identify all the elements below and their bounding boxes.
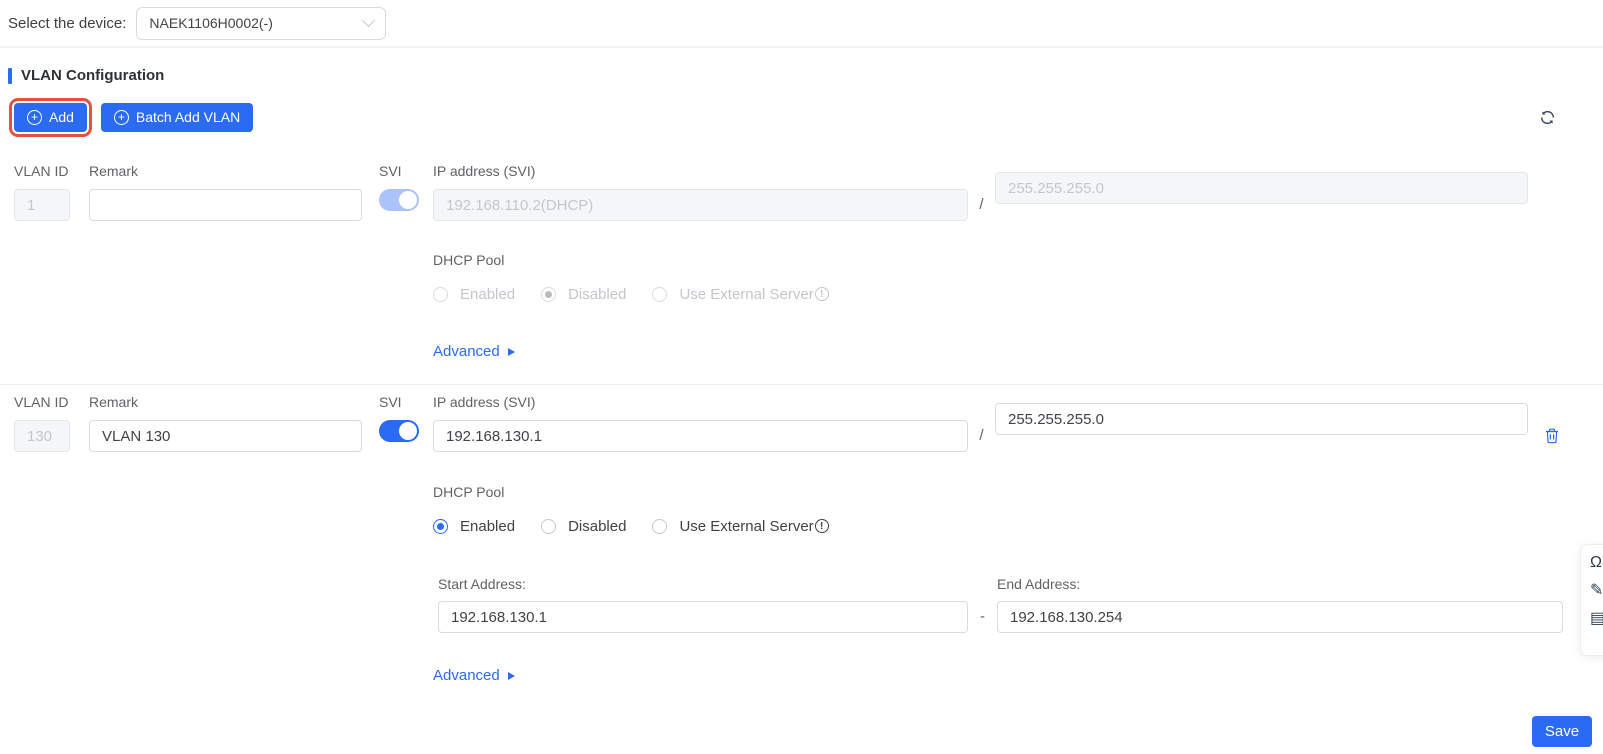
row-divider	[0, 384, 1603, 385]
svi-toggle[interactable]	[379, 420, 419, 442]
radio-external-label: Use External Server	[679, 517, 814, 535]
svi-column: SVI	[379, 163, 433, 211]
remark-label: Remark	[89, 394, 139, 410]
vlan-row: VLAN ID Remark SVI IP address (SVI) /	[0, 394, 1603, 452]
end-address-label: End Address:	[997, 576, 1081, 592]
triangle-right-icon	[507, 347, 515, 356]
dhcp-pool-radio-group: Enabled Disabled Use External Server	[433, 517, 1603, 535]
refresh-button[interactable]	[1539, 109, 1556, 126]
plus-circle-icon	[113, 109, 129, 125]
radio-enabled[interactable]: Enabled	[433, 518, 515, 535]
remark-field[interactable]	[89, 189, 362, 221]
radio-circle-icon	[652, 286, 668, 302]
plus-circle-icon	[27, 109, 42, 125]
radio-circle-icon	[652, 518, 668, 534]
start-address-field[interactable]	[438, 601, 968, 633]
vlan-configuration-page: Select the device: NAEK1106H0002(-) VLAN…	[0, 0, 1603, 754]
chevron-down-icon	[362, 13, 376, 27]
advanced-link-label: Advanced	[433, 343, 500, 360]
ip-svi-label: IP address (SVI)	[433, 394, 536, 410]
vlan-id-field	[14, 420, 70, 452]
device-select-bar: Select the device: NAEK1106H0002(-)	[0, 0, 1603, 48]
advanced-link[interactable]: Advanced	[433, 343, 515, 360]
vlan-id-column: VLAN ID	[14, 163, 70, 221]
advanced-link[interactable]: Advanced	[433, 667, 515, 684]
info-icon	[814, 287, 829, 301]
subnet-mask-field	[995, 172, 1528, 204]
add-button-label: Add	[49, 109, 74, 125]
dash-separator: -	[980, 608, 985, 625]
ip-svi-column: IP address (SVI)	[433, 394, 968, 452]
save-button[interactable]: Save	[1532, 716, 1592, 747]
slash-separator: /	[979, 427, 984, 444]
ip-svi-label: IP address (SVI)	[433, 163, 536, 179]
add-button[interactable]: Add	[9, 97, 92, 137]
radio-disabled: Disabled	[541, 286, 626, 303]
radio-use-external-server: Use External Server	[652, 285, 829, 303]
radio-external-label: Use External Server	[679, 285, 814, 303]
radio-circle-icon	[433, 518, 448, 534]
section-header: VLAN Configuration	[8, 67, 1603, 84]
vlan-id-column: VLAN ID	[14, 394, 70, 452]
dhcp-address-range: Start Address: - End Address:	[438, 576, 1603, 633]
vlan-id-field	[14, 189, 70, 221]
ip-svi-field	[433, 189, 968, 221]
svi-column: SVI	[379, 394, 433, 442]
ip-svi-column: IP address (SVI)	[433, 163, 968, 221]
remark-column: Remark	[89, 394, 362, 452]
refresh-icon	[1540, 110, 1555, 124]
subnet-mask-field[interactable]	[995, 403, 1528, 435]
end-address-field[interactable]	[997, 601, 1563, 633]
vlan-row: VLAN ID Remark SVI IP address (SVI) /	[0, 163, 1603, 221]
dhcp-pool-label: DHCP Pool	[433, 252, 505, 268]
radio-disabled-label: Disabled	[568, 285, 627, 303]
info-icon	[814, 519, 829, 533]
slash-separator: /	[979, 196, 984, 213]
document-icon[interactable]: ▤	[1590, 609, 1603, 628]
svi-label: SVI	[379, 394, 402, 410]
vlan-id-label: VLAN ID	[14, 394, 69, 410]
floating-toolbar[interactable]: Ω ✎ ▤	[1580, 544, 1603, 656]
radio-enabled-label: Enabled	[460, 517, 516, 535]
radio-enabled: Enabled	[433, 286, 515, 303]
batch-add-vlan-button[interactable]: Batch Add VLAN	[100, 102, 254, 132]
device-select-value: NAEK1106H0002(-)	[149, 15, 273, 31]
ip-svi-field[interactable]	[433, 420, 968, 452]
radio-circle-icon	[541, 286, 557, 302]
remark-column: Remark	[89, 163, 362, 221]
subnet-mask-column	[995, 163, 1528, 204]
remark-field[interactable]	[89, 420, 362, 452]
batch-add-button-label: Batch Add VLAN	[135, 109, 241, 125]
remark-label: Remark	[89, 163, 139, 179]
radio-disabled[interactable]: Disabled	[541, 518, 626, 535]
trash-icon	[1546, 428, 1558, 444]
subnet-mask-column	[995, 394, 1528, 435]
end-address-column: End Address:	[997, 576, 1563, 633]
dhcp-pool-label: DHCP Pool	[433, 484, 505, 500]
page-title: VLAN Configuration	[21, 67, 165, 84]
vlan-id-label: VLAN ID	[14, 163, 69, 179]
device-select-label: Select the device:	[8, 14, 127, 32]
radio-use-external-server[interactable]: Use External Server	[652, 517, 829, 535]
device-select[interactable]: NAEK1106H0002(-)	[136, 6, 387, 40]
svi-toggle	[379, 189, 419, 211]
radio-enabled-label: Enabled	[460, 285, 516, 303]
start-address-label: Start Address:	[438, 576, 526, 592]
vlan-toolbar: Add Batch Add VLAN	[9, 97, 1603, 137]
section-accent-bar	[8, 67, 12, 84]
radio-circle-icon	[541, 518, 557, 534]
headset-icon[interactable]: Ω	[1590, 553, 1603, 572]
triangle-right-icon	[507, 671, 515, 680]
radio-circle-icon	[433, 286, 448, 302]
start-address-column: Start Address:	[438, 576, 968, 633]
svi-label: SVI	[379, 163, 402, 179]
radio-disabled-label: Disabled	[568, 517, 627, 535]
pencil-icon[interactable]: ✎	[1590, 581, 1603, 600]
delete-vlan-button[interactable]	[1545, 420, 1559, 452]
advanced-link-label: Advanced	[433, 667, 500, 684]
dhcp-pool-radio-group: Enabled Disabled Use External Server	[433, 285, 1603, 303]
